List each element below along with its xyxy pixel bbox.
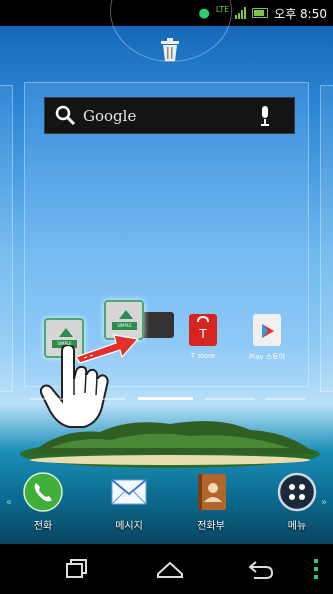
dock-messages[interactable]: 메시지 xyxy=(102,472,156,532)
page-indicator-1 xyxy=(30,398,70,400)
play-store-label: Play 스토어 xyxy=(248,353,286,361)
page-indicator-4 xyxy=(205,398,255,400)
home-icon[interactable] xyxy=(155,556,185,582)
svg-text:T: T xyxy=(198,327,207,341)
phone-icon xyxy=(23,472,63,512)
back-icon[interactable] xyxy=(246,556,276,582)
next-page-preview[interactable] xyxy=(320,85,333,392)
dock-label: 메시지 xyxy=(115,521,143,532)
recent-apps-icon[interactable] xyxy=(62,556,92,582)
search-icon xyxy=(55,105,76,125)
mic-icon[interactable] xyxy=(256,105,274,127)
folder-icon[interactable] xyxy=(140,312,174,338)
dock-contacts[interactable]: 전화부 xyxy=(184,472,238,532)
play-store-icon[interactable] xyxy=(253,314,281,346)
dock-left-chevron-icon: « xyxy=(6,497,13,508)
dock-label: 전화부 xyxy=(197,521,225,532)
search-label: Google xyxy=(83,106,137,125)
wallpaper-island xyxy=(20,421,320,468)
dock-menu[interactable]: 메뉴 xyxy=(270,472,324,532)
trash-icon[interactable] xyxy=(158,36,182,62)
status-time: 오후 8:50 xyxy=(274,6,327,21)
google-search-widget[interactable]: Google xyxy=(44,97,295,134)
dock-label: 전화 xyxy=(33,521,53,532)
dock-label: 메뉴 xyxy=(287,521,307,532)
previous-page-preview[interactable] xyxy=(0,85,13,392)
apps-menu-icon xyxy=(277,472,317,512)
battery-icon xyxy=(252,8,269,18)
dock-phone[interactable]: 전화 xyxy=(16,472,70,532)
contacts-icon xyxy=(198,474,226,510)
page-indicator-5 xyxy=(265,398,305,400)
mail-icon xyxy=(111,479,147,505)
page-indicator-3-active xyxy=(138,397,193,400)
t-store-icon[interactable]: T xyxy=(189,314,217,346)
signal-icon xyxy=(235,7,247,19)
t-store-label: T store xyxy=(190,352,216,360)
page-indicator-2 xyxy=(80,398,125,400)
menu-icon[interactable] xyxy=(313,558,319,580)
